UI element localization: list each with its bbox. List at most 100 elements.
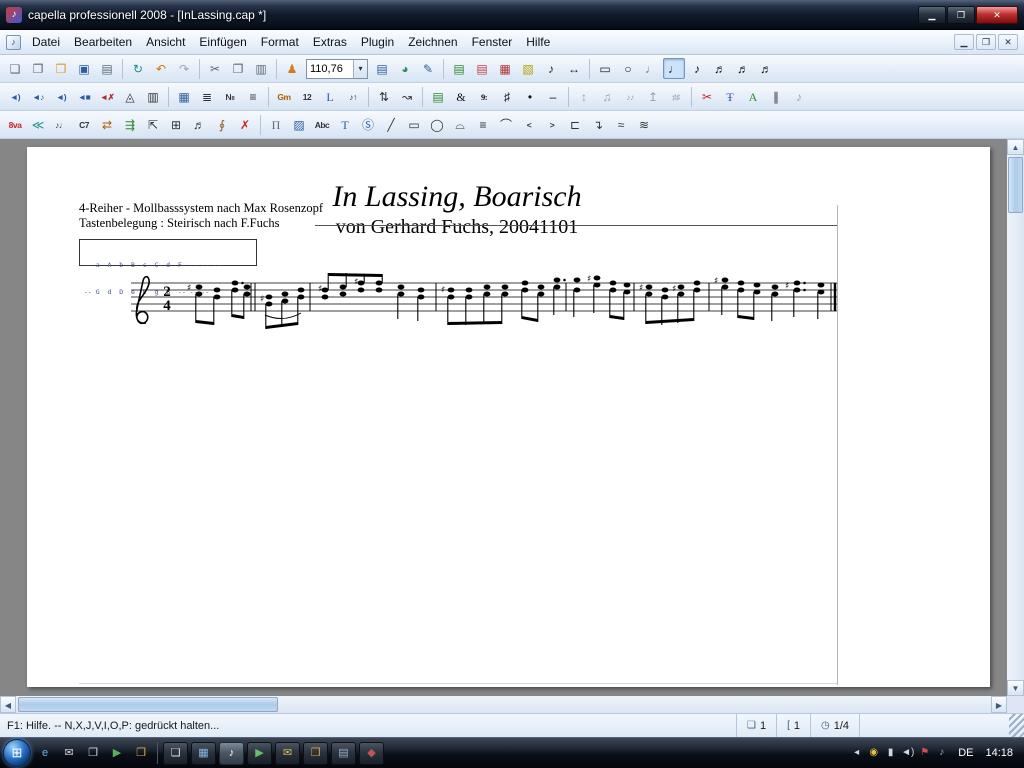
color-pie-button[interactable]: ◕ [394,58,416,79]
guitar-icon[interactable]: ∮ [211,114,233,135]
menu-hilfe[interactable]: Hilfe [519,32,557,52]
menu-format[interactable]: Format [254,32,306,52]
align-lines-button[interactable]: ≣ [196,86,218,107]
mute-button[interactable]: ◄✗ [96,86,118,107]
new-wizard-button[interactable]: ❐ [27,58,49,79]
scroll-left-button[interactable]: ◀ [0,696,16,713]
close-button[interactable]: ✕ [976,6,1018,24]
ellipse-tool-button[interactable]: ◯ [426,114,448,135]
auto-color-button[interactable]: A [742,86,764,107]
abc-text-button[interactable]: Abc [311,114,333,135]
table-view-button[interactable]: ▦ [173,86,195,107]
task-window-capella[interactable]: ♪ [219,742,244,765]
title-frame[interactable]: In Lassing, Boarisch von Gerhard Fuchs, … [77,181,837,239]
system-compress-button[interactable]: ▦ [494,58,516,79]
bass-clef-button[interactable]: 9: [473,86,495,107]
pattern-pen-button[interactable]: ✎ [417,58,439,79]
fingering-button[interactable]: 12 [296,86,318,107]
new-score-button[interactable]: ❏ [4,58,26,79]
dash-button[interactable]: – [542,86,564,107]
zoom-value-input[interactable] [307,61,353,77]
midi-keyboard-button[interactable]: ▥ [142,86,164,107]
remove-marks-button[interactable]: ✗ [234,114,256,135]
task-window-8[interactable]: ◆ [359,742,384,765]
gallery-button[interactable]: ↻ [127,58,149,79]
system-colors-button[interactable]: ▧ [517,58,539,79]
lines-tool-button[interactable]: ≡ [472,114,494,135]
color-systems-button[interactable]: ▤ [427,86,449,107]
tray-network-icon[interactable]: ▮ [882,743,899,763]
zoom-person-icon[interactable]: ♟ [281,58,303,79]
scroll-up-button[interactable]: ▲ [1007,139,1024,155]
note-spacing-button[interactable]: ↔ [563,58,585,79]
list-view-button[interactable]: ≡ [242,86,264,107]
quarter-note-button[interactable]: ♩ [663,58,685,79]
note-grid-button[interactable]: ⊞ [165,114,187,135]
mdi-close-button[interactable]: ✕ [998,34,1018,50]
slur-symbol-button[interactable]: Ⓢ [357,114,379,135]
undo-button[interactable]: ↶ [150,58,172,79]
system-layout-button[interactable]: ▤ [448,58,470,79]
score-page[interactable]: 4-Reiher - Mollbasssystem nach Max Rosen… [27,147,990,687]
symbol-palette-button[interactable]: Π [265,114,287,135]
mdi-minimize-button[interactable]: ▁ [954,34,974,50]
voice-up-down-button[interactable]: ⇅ [373,86,395,107]
menu-fenster[interactable]: Fenster [465,32,520,52]
cut-button[interactable]: ✂ [204,58,226,79]
play-all-button[interactable]: ◄) [4,86,26,107]
rectangle-tool-button[interactable]: ▭ [403,114,425,135]
whole-note-button[interactable]: ○ [617,58,639,79]
lyrics-button[interactable]: L [319,86,341,107]
copy-button[interactable]: ❐ [227,58,249,79]
horizontal-scrollbar[interactable]: ◀ ▶ [0,696,1007,713]
distribute-voices-button[interactable]: ⇶ [119,114,141,135]
join-notes-button[interactable]: ♪♩ [50,114,72,135]
menu-plugin[interactable]: Plugin [354,32,401,52]
button-layout-legend[interactable]: -- a A b B c C d F -- -- -- -- G d D e E… [79,239,257,266]
crescendo-button[interactable]: < [518,114,540,135]
task-window-6[interactable]: ❒ [303,742,328,765]
treble-clef-button[interactable]: & [450,86,472,107]
scroll-right-button[interactable]: ▶ [991,696,1007,713]
task-window-2[interactable]: ▦ [191,742,216,765]
horizontal-scroll-thumb[interactable] [18,697,278,712]
play-from-cursor-button[interactable]: ◄) [50,86,72,107]
menu-ansicht[interactable]: Ansicht [139,32,192,52]
tray-hidden-icons[interactable]: ◂ [848,743,865,763]
chord-symbols-button[interactable]: Gm [273,86,295,107]
split-tool-button[interactable]: ✂ [696,86,718,107]
thirtysecond-note-button[interactable]: ♬ [732,58,754,79]
brevis-button[interactable]: ▭ [594,58,616,79]
swap-voices-button[interactable]: ⇄ [96,114,118,135]
minimize-button[interactable]: ▁ [918,6,946,24]
slur-tool-button[interactable]: ⌒ [495,114,517,135]
insert-image-button[interactable]: ▨ [288,114,310,135]
save-button[interactable]: ▣ [73,58,95,79]
menu-bearbeiten[interactable]: Bearbeiten [67,32,139,52]
task-window-5[interactable]: ✉ [275,742,300,765]
sixteenth-note-button[interactable]: ♬ [709,58,731,79]
quicklaunch-show-desktop[interactable]: ❐ [82,742,104,764]
status-system-indicator[interactable]: [1 [776,714,810,737]
metronome-button[interactable]: ◬ [119,86,141,107]
language-indicator[interactable]: DE [953,747,978,759]
status-duration-indicator[interactable]: ◷1/4 [810,714,859,737]
task-window-7[interactable]: ▤ [331,742,356,765]
insert-notes-button[interactable]: ♪ [540,58,562,79]
line-tool-button[interactable]: ╱ [380,114,402,135]
tray-capella-icon[interactable]: ♪ [933,743,950,763]
quicklaunch-media-player[interactable]: ▶ [106,742,128,764]
zoom-dropdown-arrow[interactable]: ▾ [353,60,367,78]
menu-extras[interactable]: Extras [306,32,354,52]
angle-bracket-button[interactable]: ≪ [27,114,49,135]
text-frame-button[interactable]: Ŧ [719,86,741,107]
resize-grip[interactable] [1009,714,1024,737]
tray-volume-icon[interactable]: ◄) [899,743,916,763]
taskbar-clock[interactable]: 14:18 [981,747,1021,759]
tray-update-icon[interactable]: ◉ [865,743,882,763]
document-icon[interactable]: ♪ [6,35,21,50]
zoom-combo[interactable]: ▾ [306,59,368,79]
maximize-button[interactable]: ❐ [947,6,975,24]
text-tool-button[interactable]: T [334,114,356,135]
paste-button[interactable]: ▥ [250,58,272,79]
